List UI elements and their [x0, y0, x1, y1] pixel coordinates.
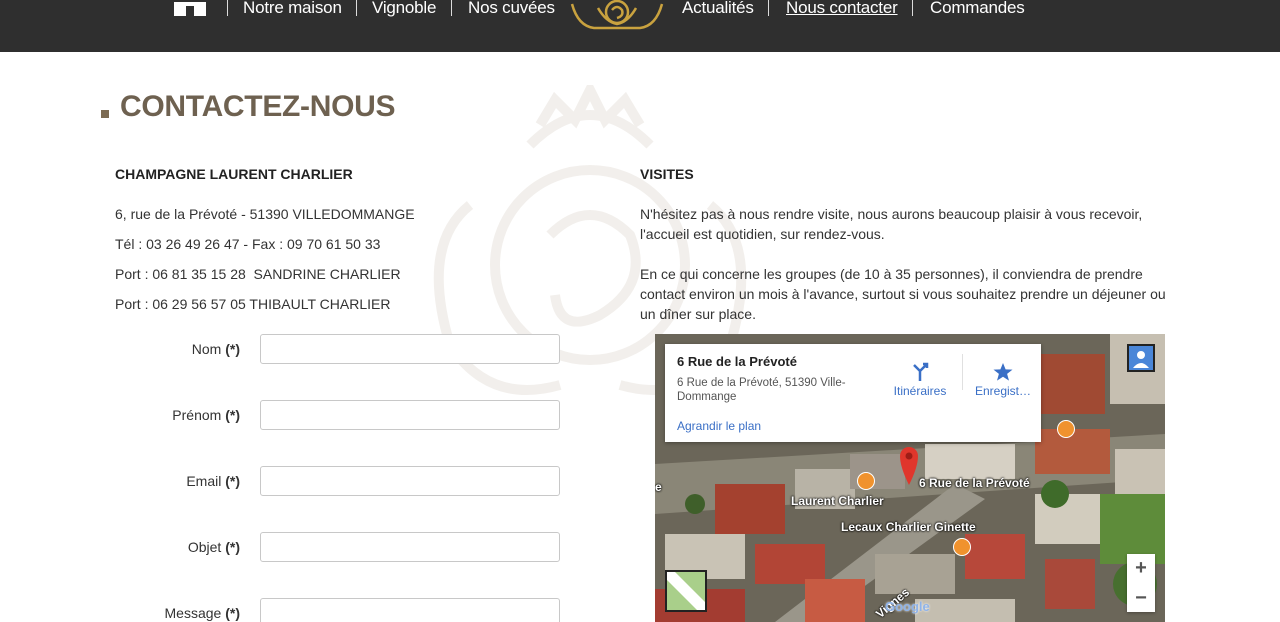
- nav-item-vignoble[interactable]: Vignoble: [372, 0, 436, 18]
- location-pin-icon[interactable]: [898, 445, 920, 485]
- zoom-in-button[interactable]: +: [1127, 554, 1155, 582]
- person-icon: [1129, 346, 1153, 370]
- map-thumbnail-icon: [667, 572, 705, 610]
- star-icon: [993, 363, 1013, 381]
- map-label-address: 6 Rue de la Prévoté: [919, 476, 1030, 490]
- map-label-laurent-charlier: Laurent Charlier: [791, 494, 884, 508]
- nav-separator: [768, 0, 769, 16]
- directions-label: Itinéraires: [893, 384, 947, 398]
- message-label: Message (*): [164, 605, 240, 621]
- name-field[interactable]: [260, 334, 560, 364]
- title-bullet: [101, 110, 109, 118]
- map-card-title: 6 Rue de la Prévoté: [677, 354, 797, 369]
- nav-separator: [227, 0, 228, 16]
- enlarge-map-link[interactable]: Agrandir le plan: [677, 419, 761, 433]
- visits-paragraph-1: N'hésitez pas à nous rendre visite, nous…: [640, 206, 1143, 242]
- save-label: Enregist…: [974, 384, 1032, 398]
- firstname-label: Prénom (*): [172, 407, 240, 423]
- top-navbar: Notre maison Vignoble Nos cuvées Actuali…: [0, 0, 1280, 52]
- poi-marker[interactable]: [953, 538, 971, 556]
- message-field[interactable]: [260, 598, 560, 622]
- save-place-button[interactable]: Enregist…: [971, 362, 1035, 398]
- nav-separator: [451, 0, 452, 16]
- map-label-edge: e: [655, 480, 662, 494]
- map-card-address: 6 Rue de la Prévoté, 51390 Ville-Dommang…: [677, 377, 846, 403]
- directions-button[interactable]: Itinéraires: [887, 362, 953, 398]
- nav-separator: [356, 0, 357, 16]
- nav-separator: [912, 0, 913, 16]
- firstname-field[interactable]: [260, 400, 560, 430]
- subject-label: Objet (*): [187, 539, 240, 555]
- card-divider: [962, 354, 963, 390]
- page-title: CONTACTEZ-NOUS: [120, 90, 396, 123]
- name-label: Nom (*): [191, 341, 240, 357]
- embedded-map[interactable]: 6 Rue de la Prévoté 6 Rue de la Prévoté,…: [655, 334, 1165, 622]
- mobile-line-1: Port : 06 81 35 15 28 SANDRINE CHARLIER: [115, 266, 401, 282]
- nav-item-actualites[interactable]: Actualités: [682, 0, 754, 18]
- address-line: 6, rue de la Prévoté - 51390 VILLEDOMMAN…: [115, 206, 415, 222]
- nav-item-nous-contacter[interactable]: Nous contacter: [786, 0, 898, 18]
- nav-item-nos-cuvees[interactable]: Nos cuvées: [468, 0, 555, 18]
- nav-item-commandes[interactable]: Commandes: [930, 0, 1025, 18]
- visits-paragraph-2: En ce qui concerne les groupes (de 10 à …: [640, 266, 1166, 322]
- home-icon[interactable]: [170, 0, 210, 16]
- phone-line: Tél : 03 26 49 26 47 - Fax : 09 70 61 50…: [115, 236, 381, 252]
- email-field[interactable]: [260, 466, 560, 496]
- map-info-card: 6 Rue de la Prévoté 6 Rue de la Prévoté,…: [665, 344, 1041, 442]
- poi-marker[interactable]: [857, 472, 875, 490]
- visits-title: VISITES: [640, 166, 694, 182]
- zoom-out-button[interactable]: −: [1127, 584, 1155, 612]
- company-name: CHAMPAGNE LAURENT CHARLIER: [115, 166, 353, 182]
- google-logo: Google: [885, 599, 930, 614]
- mobile-line-2: Port : 06 29 56 57 05 THIBAULT CHARLIER: [115, 296, 391, 312]
- street-view-pegman[interactable]: [1127, 344, 1155, 372]
- email-label: Email (*): [186, 473, 240, 489]
- map-type-toggle[interactable]: [665, 570, 707, 612]
- poi-marker[interactable]: [1057, 420, 1075, 438]
- zoom-control: + −: [1127, 554, 1155, 612]
- nav-item-notre-maison[interactable]: Notre maison: [243, 0, 342, 18]
- directions-icon: [913, 362, 929, 381]
- subject-field[interactable]: [260, 532, 560, 562]
- map-label-lecaux-charlier: Lecaux Charlier Ginette: [841, 520, 976, 534]
- crest-logo[interactable]: [568, 0, 666, 32]
